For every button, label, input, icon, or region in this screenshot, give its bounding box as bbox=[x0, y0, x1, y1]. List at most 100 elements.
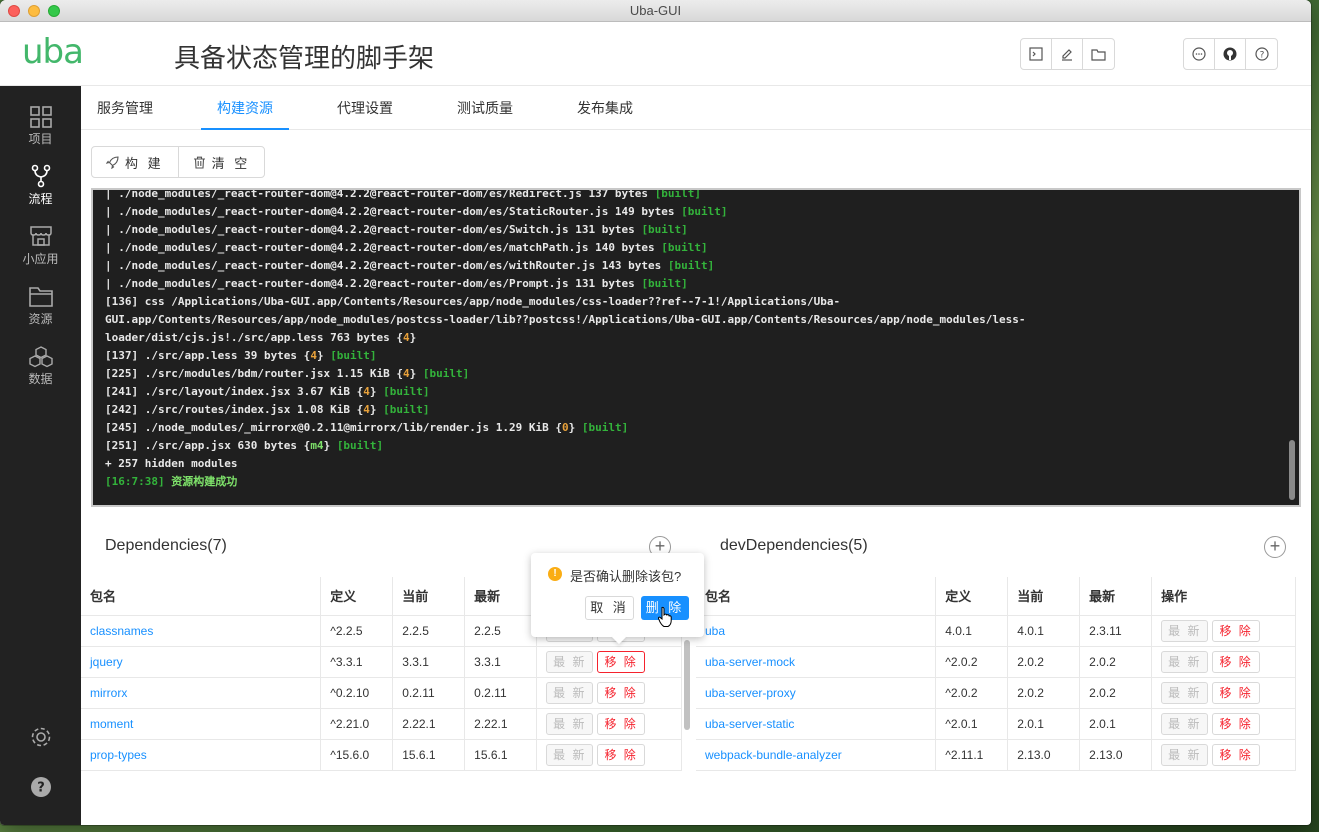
terminal-icon[interactable] bbox=[1021, 39, 1052, 69]
remove-button[interactable]: 移 除 bbox=[1212, 743, 1260, 766]
sidebar-item-project[interactable]: 项目 bbox=[0, 106, 81, 162]
console-line-part: [built] bbox=[641, 277, 688, 290]
delete-confirm-popover: ! 是否确认删除该包? 取 消 删 除 bbox=[531, 553, 704, 645]
tab-test[interactable]: 测试质量 bbox=[441, 86, 529, 130]
console-line-part: | ./node_modules/_react-router-dom@4.2.2… bbox=[105, 259, 668, 272]
remove-button[interactable]: 移 除 bbox=[1212, 650, 1260, 673]
help-button[interactable]: ? bbox=[0, 776, 81, 802]
update-button[interactable]: 最 新 bbox=[1161, 619, 1209, 642]
update-button[interactable]: 最 新 bbox=[1161, 650, 1209, 673]
console-line-part: } bbox=[409, 331, 417, 344]
package-name-link[interactable]: moment bbox=[81, 708, 322, 740]
remove-button[interactable]: 移 除 bbox=[1212, 619, 1260, 642]
dependencies-scrollbar[interactable] bbox=[684, 640, 690, 730]
chat-icon[interactable] bbox=[1184, 39, 1215, 69]
row-actions: 最 新移 除 bbox=[536, 646, 682, 678]
update-button[interactable]: 最 新 bbox=[1161, 681, 1209, 704]
console-line: [16:7:38] 资源构建成功 bbox=[105, 473, 1287, 491]
console-line-part: 资源构建成功 bbox=[171, 475, 238, 488]
latest-version: 2.0.2 bbox=[1079, 646, 1153, 678]
remove-button[interactable]: 移 除 bbox=[597, 743, 645, 766]
add-dev-dependency-button[interactable]: + bbox=[1264, 536, 1286, 558]
package-name-link[interactable]: uba bbox=[696, 615, 937, 647]
confirm-message: 是否确认删除该包? bbox=[570, 569, 682, 584]
defined-version: 4.0.1 bbox=[935, 615, 1009, 647]
build-toolbar: 构 建 清 空 bbox=[91, 146, 266, 178]
latest-version: 3.3.1 bbox=[464, 646, 538, 678]
help-icon[interactable]: ? bbox=[1246, 39, 1277, 69]
row-actions: 最 新移 除 bbox=[536, 739, 682, 771]
sidebar-item-miniapp[interactable]: 小应用 bbox=[0, 224, 81, 280]
update-button[interactable]: 最 新 bbox=[546, 681, 594, 704]
remove-button[interactable]: 移 除 bbox=[597, 681, 645, 704]
console-scrollbar[interactable] bbox=[1289, 440, 1295, 500]
console-line: [245] ./node_modules/_mirrorx@0.2.11@mir… bbox=[105, 419, 1287, 437]
sidebar-item-resource[interactable]: 资源 bbox=[0, 286, 81, 342]
tab-build[interactable]: 构建资源 bbox=[201, 86, 289, 130]
remove-button[interactable]: 移 除 bbox=[1212, 681, 1260, 704]
update-button[interactable]: 最 新 bbox=[546, 650, 594, 673]
latest-version: 0.2.11 bbox=[464, 677, 538, 709]
build-button[interactable]: 构 建 bbox=[92, 147, 179, 177]
update-button[interactable]: 最 新 bbox=[1161, 743, 1209, 766]
update-button[interactable]: 最 新 bbox=[546, 712, 594, 735]
package-name-link[interactable]: mirrorx bbox=[81, 677, 322, 709]
console-line-part: [242] ./src/routes/index.jsx 1.08 KiB { bbox=[105, 403, 364, 416]
package-name-link[interactable]: uba-server-proxy bbox=[696, 677, 937, 709]
remove-button[interactable]: 移 除 bbox=[597, 712, 645, 735]
console-line-part: [built] bbox=[383, 385, 430, 398]
tab-service[interactable]: 服务管理 bbox=[81, 86, 169, 130]
row-actions: 最 新移 除 bbox=[1151, 615, 1296, 647]
settings-button[interactable] bbox=[0, 726, 81, 752]
console-line-part: } bbox=[369, 403, 384, 416]
package-name-link[interactable]: jquery bbox=[81, 646, 322, 678]
sidebar-item-data[interactable]: 数据 bbox=[0, 346, 81, 402]
sidebar-item-label: 流程 bbox=[28, 192, 53, 206]
build-console[interactable]: | ./node_modules/_react-router-dom@4.2.2… bbox=[91, 188, 1301, 507]
edit-icon[interactable] bbox=[1052, 39, 1083, 69]
update-button[interactable]: 最 新 bbox=[546, 743, 594, 766]
table-row: uba-server-mock ^2.0.2 2.0.2 2.0.2 最 新移 除 bbox=[696, 646, 1296, 678]
console-output: | ./node_modules/_react-router-dom@4.2.2… bbox=[105, 188, 1287, 491]
console-line-part: [built] bbox=[581, 421, 629, 434]
console-line-part: | ./node_modules/_react-router-dom@4.2.2… bbox=[105, 205, 682, 218]
sidebar-item-flow[interactable]: 流程 bbox=[0, 164, 81, 220]
package-name-link[interactable]: classnames bbox=[81, 615, 322, 647]
sidebar-item-label: 小应用 bbox=[22, 252, 59, 266]
column-header: 包名 bbox=[81, 577, 322, 616]
cubes-icon bbox=[28, 346, 53, 368]
console-line: | ./node_modules/_react-router-dom@4.2.2… bbox=[105, 188, 1287, 203]
table-row: moment ^2.21.0 2.22.1 2.22.1 最 新移 除 bbox=[81, 708, 682, 740]
defined-version: ^2.0.2 bbox=[935, 677, 1009, 709]
zoom-window-button[interactable] bbox=[48, 5, 60, 17]
console-line-part: [built] bbox=[654, 188, 702, 200]
console-line-part: GUI.app/Contents/Resources/app/node_modu… bbox=[105, 313, 1026, 326]
close-window-button[interactable] bbox=[8, 5, 20, 17]
console-line-part: [137] ./src/app.less 39 bytes { bbox=[105, 349, 311, 362]
console-line-part: [built] bbox=[661, 241, 708, 254]
folder-icon[interactable] bbox=[1083, 39, 1114, 69]
console-line: | ./node_modules/_react-router-dom@4.2.2… bbox=[105, 239, 1287, 257]
tab-proxy[interactable]: 代理设置 bbox=[321, 86, 409, 130]
package-name-link[interactable]: webpack-bundle-analyzer bbox=[696, 739, 937, 771]
remove-button[interactable]: 移 除 bbox=[1212, 712, 1260, 735]
console-line-part: } bbox=[409, 367, 423, 380]
tab-publish[interactable]: 发布集成 bbox=[561, 86, 649, 130]
current-version: 3.3.1 bbox=[392, 646, 466, 678]
console-line-part: } bbox=[323, 439, 337, 452]
package-name-link[interactable]: prop-types bbox=[81, 739, 322, 771]
minimize-window-button[interactable] bbox=[28, 5, 40, 17]
column-header: 操作 bbox=[1151, 577, 1296, 616]
remove-button[interactable]: 移 除 bbox=[597, 650, 645, 673]
defined-version: ^15.6.0 bbox=[320, 739, 394, 771]
package-name-link[interactable]: uba-server-mock bbox=[696, 646, 937, 678]
row-actions: 最 新移 除 bbox=[1151, 739, 1296, 771]
column-header: 最新 bbox=[464, 577, 538, 616]
cancel-button[interactable]: 取 消 bbox=[585, 596, 634, 620]
update-button[interactable]: 最 新 bbox=[1161, 712, 1209, 735]
project-actions bbox=[1020, 38, 1115, 70]
package-name-link[interactable]: uba-server-static bbox=[696, 708, 937, 740]
github-icon[interactable] bbox=[1215, 39, 1246, 69]
sidebar: 项目 流程 小应用 资源 数据 ? bbox=[0, 86, 81, 825]
clear-button[interactable]: 清 空 bbox=[179, 147, 265, 177]
